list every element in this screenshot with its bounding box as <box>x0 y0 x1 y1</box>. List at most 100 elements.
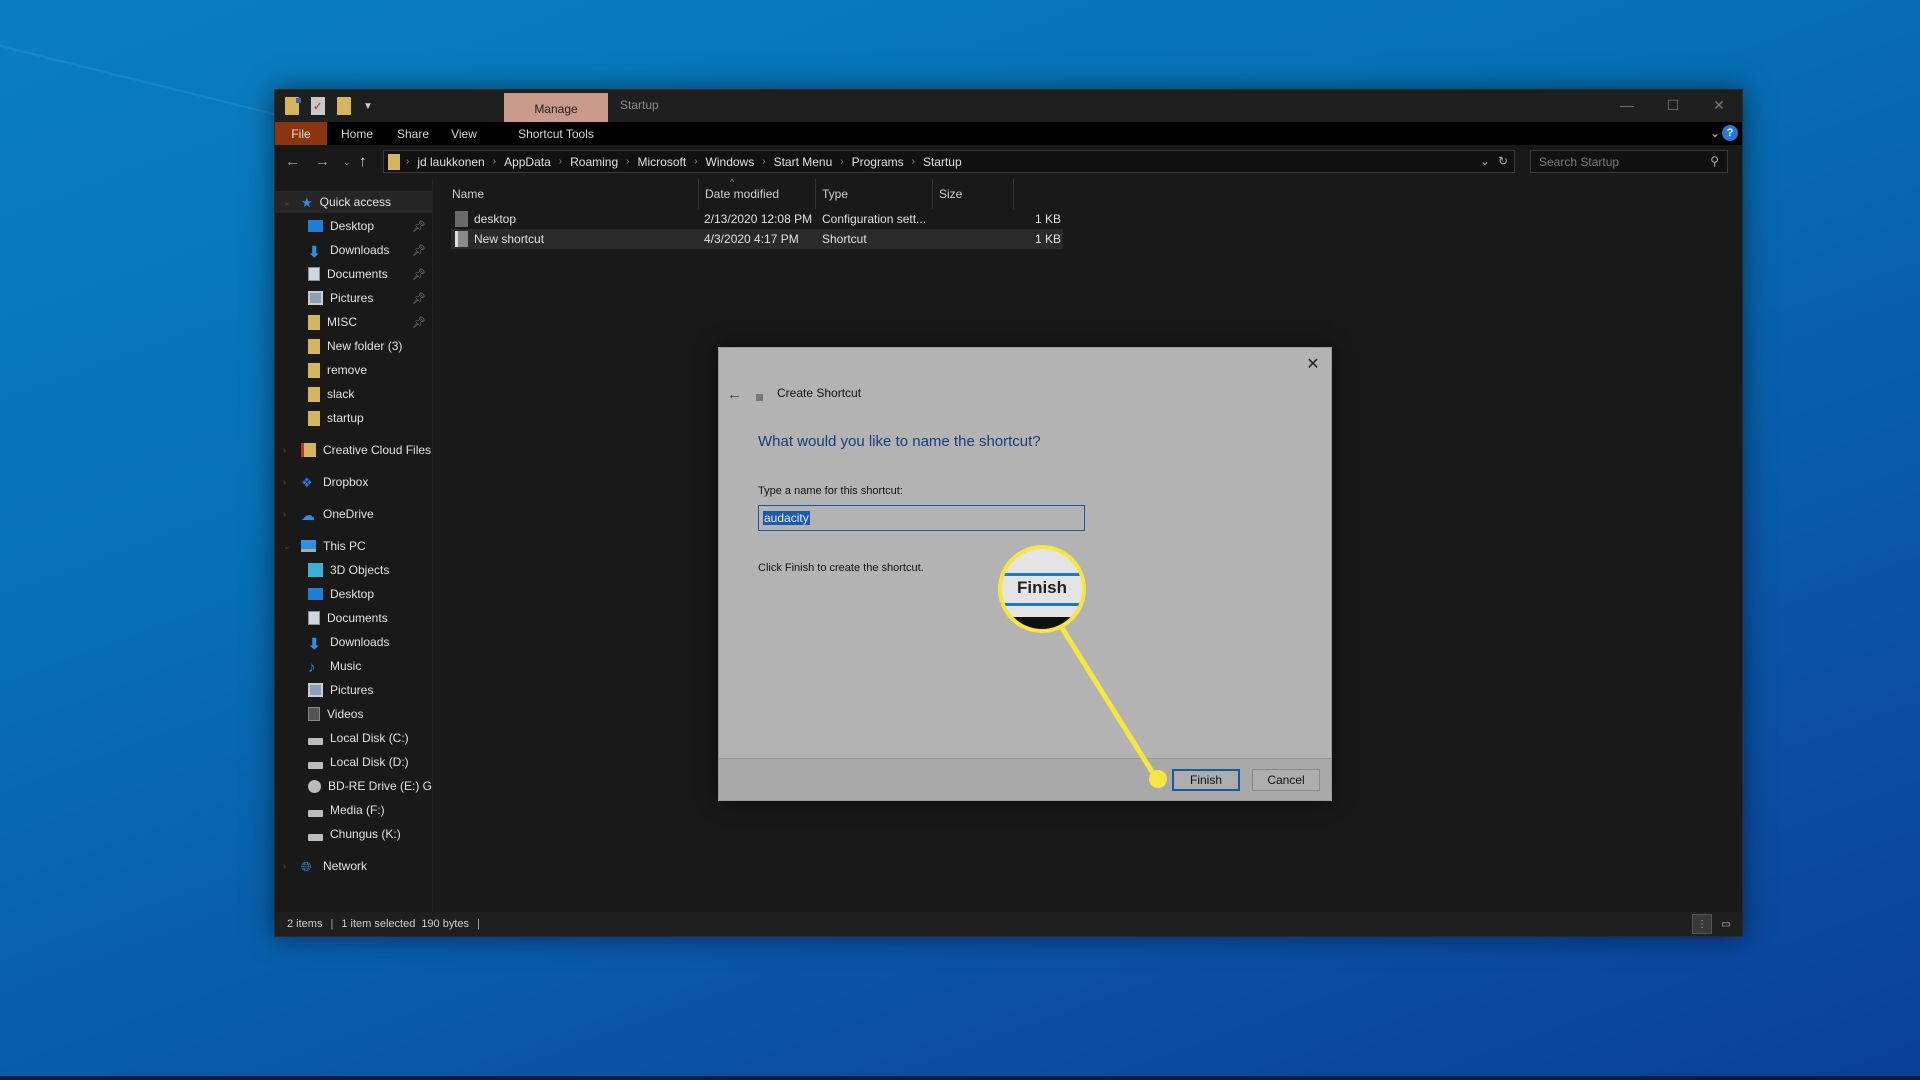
breadcrumb-item[interactable]: Roaming <box>570 155 618 169</box>
sidebar-item-pc-documents[interactable]: Documents <box>275 607 432 629</box>
expand-ribbon-icon[interactable]: ⌄ <box>1710 126 1720 140</box>
chevron-down-icon[interactable]: ⌄ <box>283 197 291 208</box>
creative-cloud-icon <box>301 443 316 457</box>
sidebar-item-pc-downloads[interactable]: ⬇ Downloads <box>275 631 432 653</box>
table-row[interactable]: New shortcut 4/3/2020 4:17 PM Shortcut 1… <box>451 229 1063 249</box>
details-view-icon[interactable]: ⋮ <box>1692 914 1712 934</box>
callout-label: Finish <box>1016 578 1068 597</box>
sidebar-item-music[interactable]: ♪ Music <box>275 655 432 677</box>
sidebar-item-label: Chungus (K:) <box>330 827 401 841</box>
column-header-type[interactable]: Type <box>816 179 933 209</box>
shortcut-name-input[interactable]: audacity <box>758 505 1085 531</box>
search-box[interactable]: ⚲ <box>1530 150 1728 173</box>
finish-button[interactable]: Finish <box>1172 769 1240 791</box>
breadcrumb-item[interactable]: AppData <box>504 155 551 169</box>
recent-locations-chevron-icon[interactable]: ⌄ <box>343 157 351 168</box>
sidebar-item-chungus-k[interactable]: Chungus (K:) <box>275 823 432 845</box>
forward-arrow-icon[interactable]: → <box>315 153 330 170</box>
folder-icon <box>308 314 320 330</box>
breadcrumb-separator-icon[interactable]: › <box>694 156 697 167</box>
dialog-back-arrow-icon[interactable]: ← <box>727 386 742 403</box>
customize-dropdown-icon[interactable]: ▼ <box>363 101 373 112</box>
sidebar-item-new-folder-3[interactable]: New folder (3) <box>275 335 432 357</box>
tab-view[interactable]: View <box>447 122 481 145</box>
pin-icon[interactable]: 📌︎ <box>412 244 426 257</box>
sidebar-item-documents[interactable]: Documents 📌︎ <box>275 263 432 285</box>
manage-contextual-tab[interactable]: Manage <box>504 93 608 122</box>
sidebar-item-remove[interactable]: remove <box>275 359 432 381</box>
search-input[interactable] <box>1539 154 1699 169</box>
breadcrumb-item[interactable]: Microsoft <box>638 155 687 169</box>
column-header-name[interactable]: Name <box>446 179 650 209</box>
breadcrumb-separator-icon[interactable]: › <box>559 156 562 167</box>
sidebar-item-downloads[interactable]: ⬇ Downloads 📌︎ <box>275 239 432 261</box>
breadcrumb-separator-icon[interactable]: › <box>762 156 765 167</box>
sidebar-item-creative-cloud[interactable]: › Creative Cloud Files <box>275 439 432 461</box>
pin-icon[interactable]: 📌︎ <box>412 292 426 305</box>
properties-folder-icon[interactable] <box>285 97 301 115</box>
sidebar-item-pc-pictures[interactable]: Pictures <box>275 679 432 701</box>
tab-home[interactable]: Home <box>335 122 379 145</box>
sidebar-item-misc[interactable]: MISC 📌︎ <box>275 311 432 333</box>
breadcrumb-separator-icon[interactable]: › <box>406 156 409 167</box>
sidebar-item-network[interactable]: › 🌐︎ Network <box>275 855 432 877</box>
large-icons-view-icon[interactable]: ▭ <box>1716 914 1736 934</box>
sidebar-item-local-disk-d[interactable]: Local Disk (D:) <box>275 751 432 773</box>
column-header-date-modified[interactable]: Date modified <box>698 179 816 209</box>
maximize-button[interactable]: ☐ <box>1650 90 1696 120</box>
sidebar-item-local-disk-c[interactable]: Local Disk (C:) <box>275 727 432 749</box>
address-history-chevron-icon[interactable]: ⌄ <box>1480 154 1490 168</box>
sidebar-item-label: Local Disk (D:) <box>330 755 409 769</box>
chevron-right-icon[interactable]: › <box>283 445 286 455</box>
search-icon[interactable]: ⚲ <box>1710 154 1719 168</box>
sidebar-item-dropbox[interactable]: › ❖ Dropbox <box>275 471 432 493</box>
help-icon[interactable]: ? <box>1722 125 1738 141</box>
close-button[interactable]: ✕ <box>1696 90 1742 120</box>
sidebar-item-this-pc[interactable]: ⌄ This PC <box>275 535 432 557</box>
breadcrumb-separator-icon[interactable]: › <box>840 156 843 167</box>
back-arrow-icon[interactable]: ← <box>285 153 300 170</box>
up-arrow-icon[interactable]: ↑ <box>359 153 367 170</box>
onedrive-cloud-icon: ☁ <box>301 507 315 523</box>
sidebar-item-startup[interactable]: startup <box>275 407 432 429</box>
chevron-right-icon[interactable]: › <box>283 861 286 871</box>
breadcrumb-item[interactable]: jd laukkonen <box>417 155 484 169</box>
sidebar-item-pc-desktop[interactable]: Desktop <box>275 583 432 605</box>
tab-shortcut-tools[interactable]: Shortcut Tools <box>504 122 608 145</box>
sidebar-item-quick-access[interactable]: ⌄ ★ Quick access <box>275 191 432 213</box>
sidebar-item-videos[interactable]: Videos <box>275 703 432 725</box>
chevron-right-icon[interactable]: › <box>283 477 286 487</box>
breadcrumb-separator-icon[interactable]: › <box>912 156 915 167</box>
cancel-button[interactable]: Cancel <box>1252 769 1320 791</box>
breadcrumb-item[interactable]: Programs <box>852 155 904 169</box>
breadcrumb-separator-icon[interactable]: › <box>626 156 629 167</box>
breadcrumb-item[interactable]: Start Menu <box>774 155 833 169</box>
sidebar-item-3d-objects[interactable]: 3D Objects <box>275 559 432 581</box>
address-bar[interactable]: › jd laukkonen › AppData › Roaming › Micros… <box>383 150 1515 173</box>
chevron-down-icon[interactable]: ⌄ <box>283 541 291 552</box>
new-folder-icon[interactable] <box>337 97 351 115</box>
chevron-right-icon[interactable]: › <box>283 509 286 519</box>
pin-icon[interactable]: 📌︎ <box>412 316 426 329</box>
sidebar-item-media-f[interactable]: Media (F:) <box>275 799 432 821</box>
folder-icon <box>308 362 320 378</box>
breadcrumb-separator-icon[interactable]: › <box>493 156 496 167</box>
checkmark-icon[interactable] <box>311 97 325 115</box>
tab-file[interactable]: File <box>275 122 327 145</box>
column-header-size[interactable]: Size <box>933 179 1014 209</box>
sidebar-item-slack[interactable]: slack <box>275 383 432 405</box>
pin-icon[interactable]: 📌︎ <box>412 268 426 281</box>
sidebar-item-pictures[interactable]: Pictures 📌︎ <box>275 287 432 309</box>
sidebar-item-bd-re-drive[interactable]: BD-RE Drive (E:) GG <box>275 775 432 797</box>
sidebar-item-desktop[interactable]: Desktop 📌︎ <box>275 215 432 237</box>
sidebar-item-onedrive[interactable]: › ☁ OneDrive <box>275 503 432 525</box>
refresh-icon[interactable]: ↻ <box>1498 154 1508 168</box>
table-row[interactable]: desktop 2/13/2020 12:08 PM Configuration… <box>451 209 1063 229</box>
breadcrumb-item[interactable]: Windows <box>706 155 755 169</box>
pin-icon[interactable]: 📌︎ <box>412 220 426 233</box>
tab-share[interactable]: Share <box>393 122 433 145</box>
minimize-button[interactable]: — <box>1604 90 1650 120</box>
breadcrumb-item[interactable]: Startup <box>923 155 962 169</box>
dialog-close-icon[interactable]: ✕ <box>1303 354 1323 374</box>
callout-border-line <box>1002 603 1082 606</box>
